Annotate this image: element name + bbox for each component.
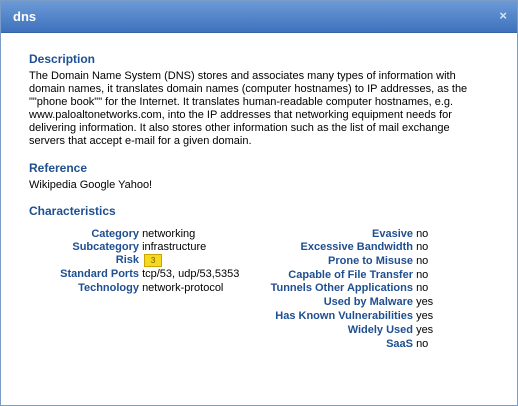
char-label: Risk xyxy=(115,254,139,267)
char-prone-to-misuse: Prone to Misuse no xyxy=(217,255,428,267)
char-label: Capable of File Transfer xyxy=(288,269,413,281)
char-tunnels-other-apps: Tunnels Other Applications no xyxy=(217,282,429,294)
char-known-vulnerabilities: Has Known Vulnerabilities yes xyxy=(217,310,433,322)
char-value: no xyxy=(416,269,429,281)
char-value: no xyxy=(416,338,429,350)
char-label: Standard Ports xyxy=(60,268,139,280)
char-value: no xyxy=(416,282,429,294)
char-label: Has Known Vulnerabilities xyxy=(275,310,413,322)
app-detail-dialog: dns × Description The Domain Name System… xyxy=(0,0,518,406)
char-evasive: Evasive no xyxy=(217,228,428,240)
char-label: Subcategory xyxy=(72,241,139,253)
char-label: Used by Malware xyxy=(323,296,413,308)
char-risk: Risk 3 xyxy=(29,254,163,267)
char-value: no xyxy=(416,241,429,253)
char-value: network-protocol xyxy=(142,282,224,294)
description-text: The Domain Name System (DNS) stores and … xyxy=(29,70,468,147)
char-value: yes xyxy=(416,324,434,336)
char-value: yes xyxy=(416,296,434,308)
dialog-content: Description The Domain Name System (DNS)… xyxy=(29,52,489,370)
characteristics-grid: Category networking Subcategory infrastr… xyxy=(29,220,489,370)
close-icon[interactable]: × xyxy=(499,9,507,23)
dialog-title: dns xyxy=(13,9,37,24)
char-value: no xyxy=(416,255,429,267)
char-value: no xyxy=(416,228,429,240)
char-used-by-malware: Used by Malware yes xyxy=(217,296,433,308)
char-standard-ports: Standard Ports tcp/53, udp/53,5353 xyxy=(29,268,239,280)
char-label: Technology xyxy=(78,282,139,294)
char-value: networking xyxy=(142,228,196,240)
risk-badge-icon: 3 xyxy=(144,254,163,267)
char-label: SaaS xyxy=(386,338,413,350)
description-heading: Description xyxy=(29,52,96,66)
char-subcategory: Subcategory infrastructure xyxy=(29,241,206,253)
char-file-transfer: Capable of File Transfer no xyxy=(217,269,428,281)
char-label: Tunnels Other Applications xyxy=(270,282,413,294)
char-label: Widely Used xyxy=(347,324,413,336)
char-value: infrastructure xyxy=(142,241,207,253)
char-value: yes xyxy=(416,310,434,322)
char-technology: Technology network-protocol xyxy=(29,282,223,294)
char-widely-used: Widely Used yes xyxy=(217,324,434,336)
char-label: Excessive Bandwidth xyxy=(300,241,414,253)
reference-links[interactable]: Wikipedia Google Yahoo! xyxy=(29,179,489,191)
char-label: Category xyxy=(91,228,139,240)
char-label: Evasive xyxy=(372,228,413,240)
char-excessive-bandwidth: Excessive Bandwidth no xyxy=(217,241,429,253)
reference-heading: Reference xyxy=(29,161,88,175)
char-saas: SaaS no xyxy=(217,338,428,350)
dialog-titlebar: dns × xyxy=(1,1,517,33)
char-category: Category networking xyxy=(29,228,195,240)
char-label: Prone to Misuse xyxy=(328,255,413,267)
characteristics-heading: Characteristics xyxy=(29,204,116,218)
